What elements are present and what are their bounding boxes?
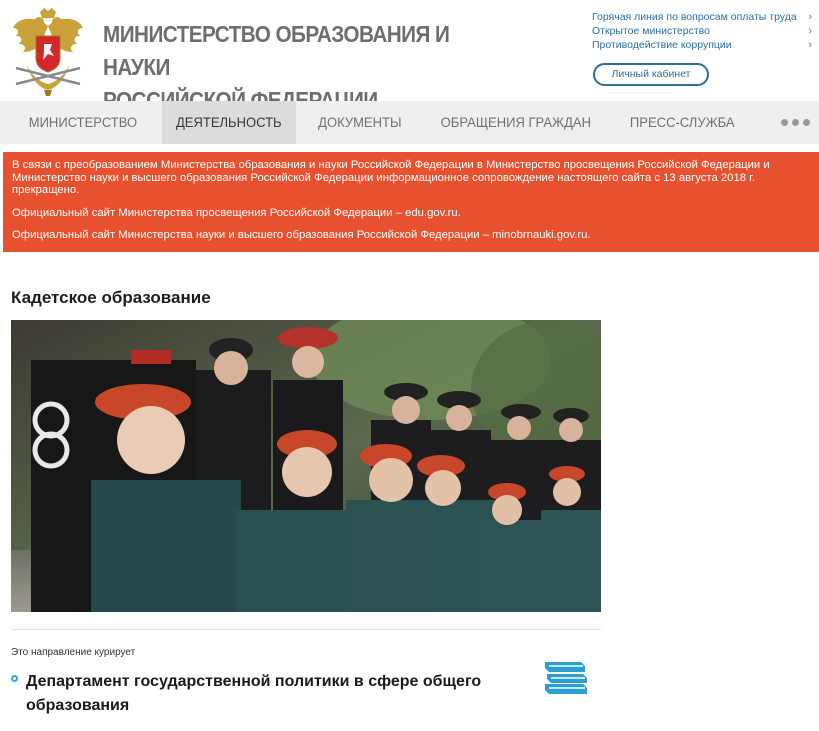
more-dots-icon[interactable]	[771, 101, 819, 144]
notice-text: В связи с преобразованием Министерства о…	[12, 159, 770, 196]
site-header: Министерство образования и науки Российс…	[0, 0, 819, 113]
divider	[11, 629, 601, 630]
dot	[802, 119, 810, 126]
chevron-right-icon: ›	[808, 11, 812, 23]
dot	[780, 119, 788, 126]
minobrnauki-site-notice[interactable]: Официальный сайт Министерства науки и вы…	[12, 229, 810, 242]
chevron-right-icon: ›	[808, 25, 812, 37]
anti-corruption-link[interactable]: Противодействие коррупции ›	[592, 38, 812, 52]
site-title-line1: Министерство образования и науки	[103, 21, 450, 80]
hotline-link-label: Горячая линия по вопросам оплаты труда	[592, 11, 797, 23]
open-ministry-link-label: Открытое министерство	[592, 25, 710, 37]
curator-label: Это направление курирует	[11, 647, 136, 658]
books-icon	[545, 662, 587, 694]
cadets-photo	[11, 320, 601, 612]
nav-item-ministry[interactable]: Министерство	[5, 101, 151, 144]
nav-item-activity[interactable]: Деятельность	[161, 101, 296, 144]
anti-corruption-link-label: Противодействие коррупции	[592, 39, 732, 51]
nav-item-press-service[interactable]: Пресс-служба	[616, 101, 749, 144]
coat-of-arms-logo[interactable]	[10, 6, 86, 96]
nav-item-citizen-appeals[interactable]: Обращения граждан	[427, 101, 605, 144]
personal-account-button[interactable]: Личный кабинет	[593, 63, 709, 86]
main-nav: Министерство Деятельность Документы Обра…	[0, 101, 819, 144]
notice-banner: В связи с преобразованием Министерства о…	[3, 152, 819, 252]
edu-site-notice[interactable]: Официальный сайт Министерства просвещени…	[12, 207, 810, 220]
chevron-right-icon: ›	[808, 39, 812, 51]
hotline-link[interactable]: Горячая линия по вопросам оплаты труда ›	[592, 10, 812, 24]
dot	[791, 119, 799, 126]
bullet-icon	[11, 675, 18, 682]
page-title: Кадетское образование	[11, 288, 211, 307]
top-links: Горячая линия по вопросам оплаты труда ›…	[592, 10, 812, 52]
nav-item-documents[interactable]: Документы	[304, 101, 415, 144]
open-ministry-link[interactable]: Открытое министерство ›	[592, 24, 812, 38]
department-link[interactable]: Департамент государственной политики в с…	[26, 670, 516, 718]
